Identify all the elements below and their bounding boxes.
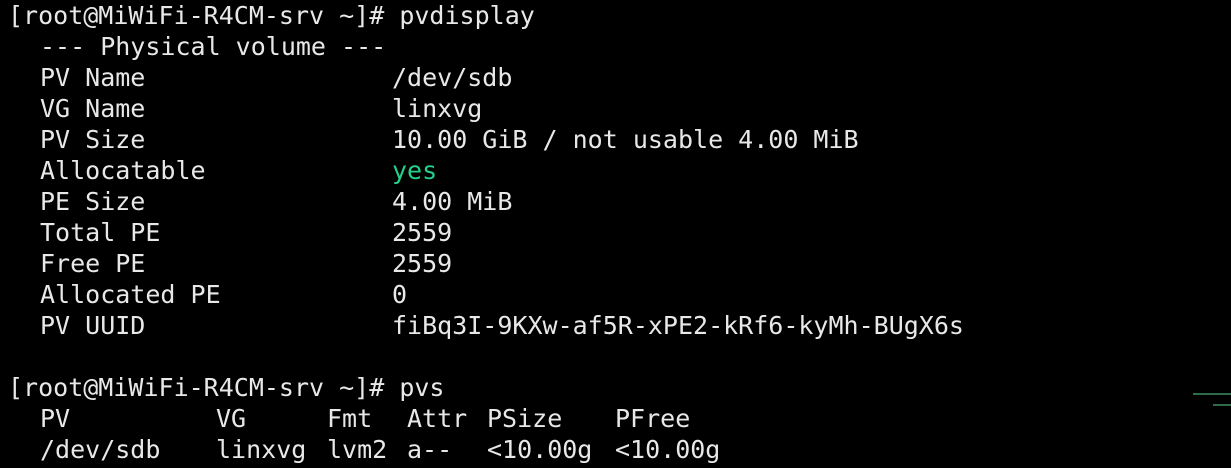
terminal-window[interactable]: [root@MiWiFi-R4CM-srv ~]# pvdisplay --- … bbox=[0, 0, 1231, 468]
pvs-cell-pfree: <10.00g bbox=[615, 435, 721, 464]
field-value: 2559 bbox=[392, 249, 453, 278]
pvs-header-vg: VG bbox=[216, 404, 247, 433]
field-row: PE Size 4.00 MiB bbox=[0, 186, 1231, 217]
field-value: 0 bbox=[392, 280, 408, 309]
field-value: /dev/sdb bbox=[392, 63, 513, 92]
field-row: Allocatable yes bbox=[0, 155, 1231, 186]
pvs-header-psize: PSize bbox=[487, 404, 563, 433]
field-row: VG Name linxvg bbox=[0, 93, 1231, 124]
allocatable-value: yes bbox=[392, 156, 438, 185]
field-row: PV UUID fiBq3I-9KXw-af5R-xPE2-kRf6-kyMh-… bbox=[0, 310, 1231, 341]
pvs-cell-vg: linxvg bbox=[216, 435, 307, 464]
pvs-cell-fmt: lvm2 bbox=[327, 435, 388, 464]
pvs-header-row: PV VG Fmt Attr PSize PFree bbox=[0, 403, 1231, 434]
field-key: Free PE bbox=[40, 249, 146, 278]
pvs-cell-attr: a-- bbox=[407, 435, 453, 464]
field-value: linxvg bbox=[392, 94, 483, 123]
field-key: Total PE bbox=[40, 218, 161, 247]
command-line-pvdisplay: [root@MiWiFi-R4CM-srv ~]# pvdisplay bbox=[8, 1, 535, 30]
field-row: PV Size 10.00 GiB / not usable 4.00 MiB bbox=[0, 124, 1231, 155]
field-key: PV Size bbox=[40, 125, 146, 154]
pvs-header-fmt: Fmt bbox=[327, 404, 373, 433]
field-key: PV UUID bbox=[40, 311, 146, 340]
pvs-cell-pv: /dev/sdb bbox=[40, 435, 161, 464]
section-header: --- Physical volume --- bbox=[40, 32, 387, 61]
pvs-header-attr: Attr bbox=[407, 404, 468, 433]
field-key: Allocated PE bbox=[40, 280, 221, 309]
field-key: PV Name bbox=[40, 63, 146, 92]
field-key: Allocatable bbox=[40, 156, 206, 185]
pvs-header-pv: PV bbox=[40, 404, 71, 433]
field-value: 2559 bbox=[392, 218, 453, 247]
scrollbar-marker bbox=[1213, 404, 1231, 406]
pvs-cell-psize: <10.00g bbox=[487, 435, 593, 464]
field-value: 4.00 MiB bbox=[392, 187, 513, 216]
field-key: VG Name bbox=[40, 94, 146, 123]
field-value: fiBq3I-9KXw-af5R-xPE2-kRf6-kyMh-BUgX6s bbox=[392, 311, 964, 340]
scrollbar-marker bbox=[1193, 393, 1231, 395]
field-key: PE Size bbox=[40, 187, 146, 216]
pvs-header-pfree: PFree bbox=[615, 404, 691, 433]
field-row: Allocated PE 0 bbox=[0, 279, 1231, 310]
field-row: PV Name /dev/sdb bbox=[0, 62, 1231, 93]
field-value: 10.00 GiB / not usable 4.00 MiB bbox=[392, 125, 859, 154]
command-line-pvs: [root@MiWiFi-R4CM-srv ~]# pvs bbox=[8, 373, 445, 402]
field-row: Free PE 2559 bbox=[0, 248, 1231, 279]
pvs-data-row: /dev/sdb linxvg lvm2 a-- <10.00g <10.00g bbox=[0, 434, 1231, 465]
field-row: Total PE 2559 bbox=[0, 217, 1231, 248]
